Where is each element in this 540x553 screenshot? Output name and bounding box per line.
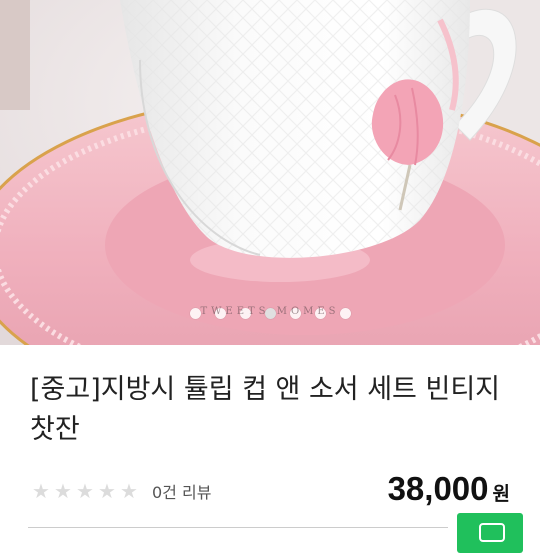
teacup-photo bbox=[0, 0, 540, 345]
review-count[interactable]: 0건 리뷰 bbox=[152, 479, 211, 503]
carousel-dot[interactable] bbox=[239, 307, 251, 319]
chat-button[interactable] bbox=[457, 513, 523, 553]
carousel-dots[interactable] bbox=[0, 306, 540, 320]
price-value: 38,000 bbox=[387, 470, 489, 507]
product-title: [중고]지방시 튤립 컵 앤 소서 세트 빈티지 찻잔 bbox=[30, 374, 501, 445]
carousel-dot[interactable] bbox=[289, 307, 301, 319]
chat-icon bbox=[479, 523, 505, 542]
carousel-dot[interactable] bbox=[314, 307, 326, 319]
carousel-dot[interactable] bbox=[339, 307, 351, 319]
product-image[interactable]: TWEETS MOMES bbox=[0, 0, 540, 345]
product-rating[interactable]: ★ ★ ★ ★ ★ 0건 리뷰 bbox=[30, 478, 211, 504]
star-icon: ★ bbox=[120, 479, 138, 503]
price-unit: 원 bbox=[492, 483, 510, 505]
carousel-dot-active[interactable] bbox=[264, 307, 276, 319]
product-price: 38,000 원 bbox=[388, 470, 510, 508]
star-icon: ★ bbox=[76, 479, 94, 503]
star-icon: ★ bbox=[54, 479, 72, 503]
star-icon: ★ bbox=[98, 479, 116, 503]
star-icon: ★ bbox=[32, 479, 50, 503]
carousel-dot[interactable] bbox=[189, 307, 201, 319]
divider bbox=[28, 527, 448, 528]
carousel-dot[interactable] bbox=[214, 307, 226, 319]
